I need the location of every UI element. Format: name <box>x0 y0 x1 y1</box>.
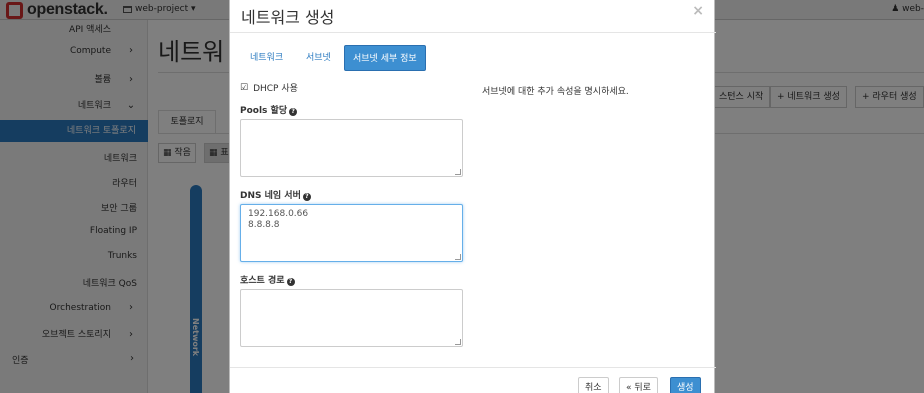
help-icon[interactable]: ? <box>289 108 298 116</box>
resize-grip-icon[interactable] <box>455 339 461 345</box>
dns-label: DNS 네임 서버? <box>240 188 311 201</box>
back-button[interactable]: « 뒤로 <box>619 377 658 393</box>
tab-network[interactable]: 네트워크 <box>242 45 291 71</box>
close-icon[interactable]: × <box>692 3 704 19</box>
dns-label-text: DNS 네임 서버 <box>240 191 301 201</box>
help-icon[interactable]: ? <box>302 193 311 201</box>
dhcp-checkbox[interactable]: ☑ <box>240 83 248 93</box>
help-icon[interactable]: ? <box>286 278 295 286</box>
create-network-modal: 네트워크 생성 × 네트워크 서브넷 서브넷 세부 정보 ☑ DHCP 사용 P… <box>229 0 716 393</box>
pools-label: Pools 할당? <box>240 103 298 116</box>
resize-grip-icon[interactable] <box>455 254 461 260</box>
dhcp-row: ☑ DHCP 사용 <box>240 81 298 95</box>
pools-label-text: Pools 할당 <box>240 106 288 116</box>
host-routes-label: 호스트 경로? <box>240 273 295 286</box>
divider <box>230 32 716 33</box>
tab-subnet[interactable]: 서브넷 <box>298 45 339 71</box>
cancel-button[interactable]: 취소 <box>578 377 609 393</box>
host-routes-label-text: 호스트 경로 <box>240 276 285 286</box>
modal-title: 네트워크 생성 <box>241 8 335 27</box>
pools-textarea[interactable] <box>240 119 463 177</box>
host-routes-textarea[interactable] <box>240 289 463 347</box>
resize-grip-icon[interactable] <box>455 169 461 175</box>
divider <box>230 367 716 368</box>
subnet-details-description: 서브넷에 대한 추가 속성을 명시하세요. <box>482 87 629 97</box>
dhcp-label: DHCP 사용 <box>253 84 298 94</box>
tab-subnet-details[interactable]: 서브넷 세부 정보 <box>344 45 426 71</box>
create-button[interactable]: 생성 <box>670 377 701 393</box>
dns-textarea[interactable]: 192.168.0.66 8.8.8.8 <box>240 204 463 262</box>
